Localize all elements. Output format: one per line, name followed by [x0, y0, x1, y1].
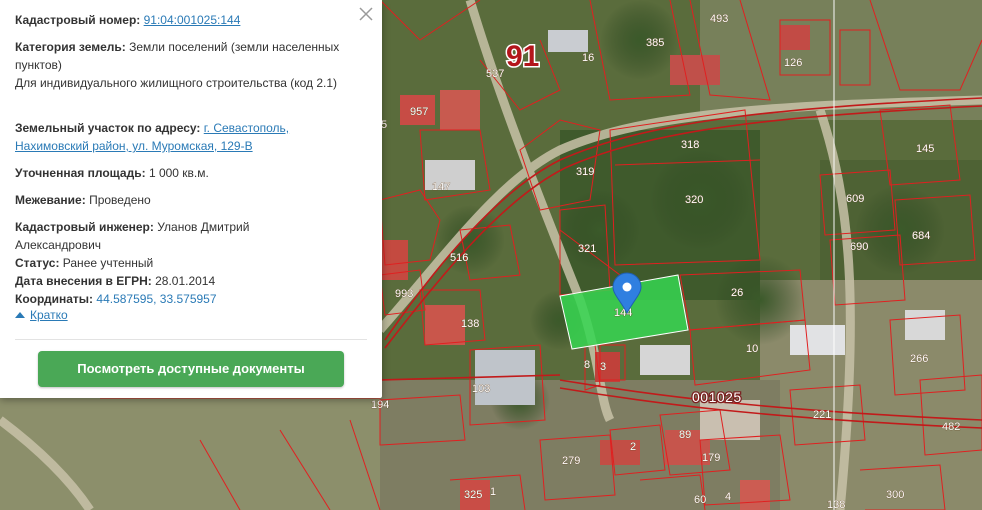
parcel-info-card: Кадастровый номер: 91:04:001025:144 Кате…	[0, 0, 382, 398]
svg-text:266: 266	[910, 353, 928, 365]
cadastral-number-label: Кадастровый номер:	[15, 13, 141, 27]
svg-text:3: 3	[600, 361, 606, 373]
land-category-label: Категория земель:	[15, 40, 126, 54]
svg-text:321: 321	[578, 243, 596, 255]
divider	[15, 339, 367, 340]
svg-text:482: 482	[942, 421, 960, 433]
engineer-row: Кадастровый инженер: Уланов Дмитрий Алек…	[15, 218, 285, 254]
area-value: 1 000 кв.м.	[148, 166, 209, 180]
survey-label: Межевание:	[15, 193, 86, 207]
svg-text:318: 318	[681, 139, 699, 151]
coordinates-row: Координаты: 44.587595, 33.575957	[15, 290, 360, 308]
coordinates-label: Координаты:	[15, 292, 94, 306]
svg-text:221: 221	[813, 409, 831, 421]
survey-value: Проведено	[89, 193, 151, 207]
collapse-label: Кратко	[30, 308, 68, 322]
permitted-use-value: Для индивидуального жилищного строительс…	[15, 76, 338, 90]
svg-text:385: 385	[646, 37, 664, 49]
svg-text:145: 145	[916, 143, 934, 155]
svg-text:194: 194	[371, 399, 389, 411]
svg-text:609: 609	[846, 193, 864, 205]
svg-text:103: 103	[472, 383, 490, 395]
svg-text:300: 300	[886, 489, 904, 501]
cadastral-number-row: Кадастровый номер: 91:04:001025:144	[15, 11, 360, 29]
svg-text:325: 325	[464, 489, 482, 501]
status-value: Ранее учтенный	[62, 256, 154, 270]
svg-text:147: 147	[432, 181, 450, 193]
svg-text:89: 89	[679, 429, 691, 441]
svg-text:179: 179	[702, 452, 720, 464]
svg-text:10: 10	[746, 343, 758, 355]
address-label: Земельный участок по адресу:	[15, 121, 201, 135]
svg-text:690: 690	[850, 241, 868, 253]
survey-row: Межевание: Проведено	[15, 191, 360, 209]
svg-text:1: 1	[490, 486, 496, 498]
svg-text:60: 60	[694, 494, 706, 506]
svg-text:537: 537	[486, 68, 504, 80]
area-row: Уточненная площадь: 1 000 кв.м.	[15, 164, 360, 182]
status-label: Статус:	[15, 256, 60, 270]
coordinates-value: 44.587595, 33.575957	[96, 292, 217, 306]
status-row: Статус: Ранее учтенный	[15, 254, 360, 272]
land-category-row: Категория земель: Земли поселений (земли…	[15, 38, 345, 74]
svg-text:126: 126	[784, 57, 802, 69]
registry-date-label: Дата внесения в ЕГРН:	[15, 274, 152, 288]
svg-text:993: 993	[395, 288, 413, 300]
area-label: Уточненная площадь:	[15, 166, 146, 180]
svg-text:26: 26	[731, 287, 743, 299]
svg-text:8: 8	[584, 359, 590, 371]
svg-text:2: 2	[630, 441, 636, 453]
svg-text:684: 684	[912, 230, 930, 242]
cadastral-number-link[interactable]: 91:04:001025:144	[144, 13, 241, 27]
engineer-label: Кадастровый инженер:	[15, 220, 154, 234]
registry-date-value: 28.01.2014	[155, 274, 216, 288]
quarter-number-label: 91	[506, 40, 539, 73]
svg-text:138: 138	[461, 318, 479, 330]
svg-text:493: 493	[710, 13, 728, 25]
svg-text:516: 516	[450, 252, 468, 264]
svg-text:16: 16	[582, 52, 594, 64]
chevron-up-icon	[15, 312, 25, 318]
registry-date-row: Дата внесения в ЕГРН: 28.01.2014	[15, 272, 360, 290]
svg-text:319: 319	[576, 166, 594, 178]
svg-text:957: 957	[410, 106, 428, 118]
block-number-label: 001025	[692, 389, 742, 405]
view-documents-button[interactable]: Посмотреть доступные документы	[38, 351, 344, 387]
address-row: Земельный участок по адресу: г. Севастоп…	[15, 119, 325, 155]
svg-text:320: 320	[685, 194, 703, 206]
svg-text:138: 138	[827, 499, 845, 510]
collapse-link[interactable]: Кратко	[15, 308, 68, 322]
svg-text:279: 279	[562, 455, 580, 467]
svg-text:4: 4	[725, 491, 731, 503]
